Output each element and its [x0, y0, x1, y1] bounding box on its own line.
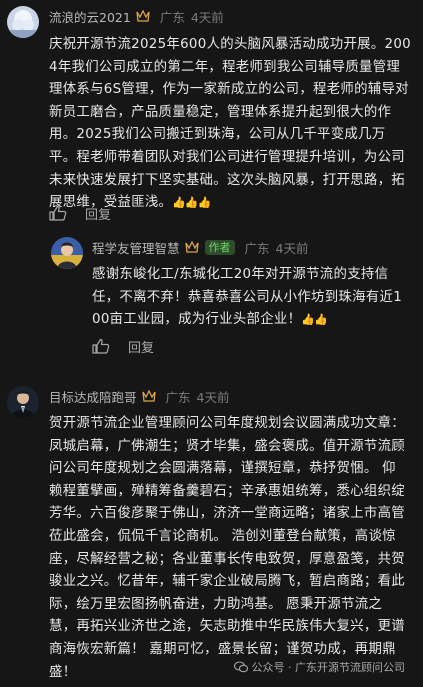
comment-line: 庆祝开源节流2025年600人的头脑风暴活动成功开展。200: [49, 37, 412, 52]
comment-line: 座，尽解经营之秘；各业董事长传电致贺，厚意盈笺，共贺: [49, 551, 405, 567]
wechat-icon: [233, 661, 248, 673]
thumbs-up-emoji: 👍👍👍: [172, 196, 211, 210]
comment-line: 平。程老师带着团队对我们公司进行管理提升培训，为公司: [49, 149, 405, 165]
comment-text: 庆祝开源节流2025年600人的头脑风暴活动成功开展。200 4年我们公司成立的…: [49, 34, 414, 215]
timestamp: 4天前: [190, 9, 224, 25]
avatar[interactable]: [7, 6, 39, 38]
comment-line: 理体系与6S管理，作为一家新成立的公司，程老师的辅导对: [49, 82, 409, 98]
comment-line: 骏业之兴。忆昔年，辅千家企业破局腾飞，暂启商路；看此: [49, 574, 405, 590]
fan-badge-icon: [141, 389, 156, 402]
comment-line: 用。2025我们公司搬迁到珠海，公司从几千平变成几万: [49, 127, 386, 143]
location: 广东: [159, 9, 185, 25]
fan-badge-icon: [136, 9, 150, 22]
comment-line: 00亩工业园，成为行业头部企业！: [92, 312, 302, 328]
reply-button[interactable]: 回复: [85, 204, 111, 223]
reply-button[interactable]: 回复: [128, 337, 154, 356]
comment-actions: 回复: [49, 203, 111, 223]
comment-line: 芳华。六百俊彦聚于佛山，济济一堂商远略；诸家上市高管: [49, 506, 405, 522]
comment-meta: 目标达成陪跑哥 广东 4天前: [49, 386, 229, 406]
comment-text: 贺开源节流企业管理顾问公司年度规划会议圆满成功文章： 凤城启幕，广佛潮生；贤才毕…: [49, 413, 419, 684]
thumbs-up-emoji: 👍👍: [301, 313, 327, 327]
username[interactable]: 流浪的云2021: [49, 7, 131, 26]
wechat-watermark: 公众号 · 广东开源节流顾问公司: [229, 657, 409, 677]
timestamp: 4天前: [275, 240, 309, 256]
avatar[interactable]: [51, 237, 83, 269]
comment-line: 新员工磨合，产品质量稳定，管理体系提升起到很大的作: [49, 104, 392, 120]
comment-line: 莅此盛会，侃侃千言论商机。 浩创刘董登台献策，高谈惊: [49, 528, 396, 544]
watermark-text: 公众号 · 广东开源节流顾问公司: [251, 661, 406, 674]
username[interactable]: 目标达成陪跑哥: [49, 387, 137, 406]
author-badge: 作者: [204, 239, 235, 255]
location: 广东: [244, 240, 270, 256]
comment-line: 赖程董擘画，殚精筹备羹碧石；辛承惠姐统筹，悉心组织绽: [49, 483, 405, 499]
comment-line: 感谢东峻化工/东城化工20年对开源节流的支持信: [92, 267, 389, 282]
comment-actions: 回复: [92, 336, 154, 356]
comment-meta: 程学友管理智慧 作者 广东 4天前: [92, 237, 308, 257]
avatar[interactable]: [7, 386, 39, 418]
comment-line: 贺开源节流企业管理顾问公司年度规划会议圆满成功文章：: [49, 416, 405, 431]
comment-line: 4年我们公司成立的第二年，程老师到我公司辅导质量管理: [49, 59, 401, 75]
comment-text: 感谢东峻化工/东城化工20年对开源节流的支持信 任，不离不弃！恭喜恭喜公司从小作…: [92, 264, 417, 332]
comment-line: 慧，再拓兴业济世之途，矢志助推中华民族伟大复兴，更谱: [49, 619, 405, 635]
comment-line: 任，不离不弃！恭喜恭喜公司从小作坊到珠海有近1: [92, 289, 403, 305]
fan-badge-icon: [184, 240, 199, 253]
comment-line: 问公司年度规划之会圆满落幕，谨撰短章，恭抒贺悃。 仰: [49, 461, 396, 477]
comment-meta: 流浪的云2021 广东 4天前: [49, 6, 224, 26]
like-icon[interactable]: [92, 338, 110, 354]
comment-line: 未来快速发展打下坚实基础。这次头脑风暴，打开思路，拓: [49, 172, 405, 188]
comment-line: 际，绘万里宏图扬帆奋进，力助鸿基。 愿秉开源节流之: [49, 596, 383, 612]
timestamp: 4天前: [196, 389, 230, 405]
username[interactable]: 程学友管理智慧: [92, 238, 180, 257]
like-icon[interactable]: [49, 205, 67, 221]
location: 广东: [165, 389, 191, 405]
comment-line: 凤城启幕，广佛潮生；贤才毕集，盛会褒成。值开源节流顾: [49, 438, 405, 454]
